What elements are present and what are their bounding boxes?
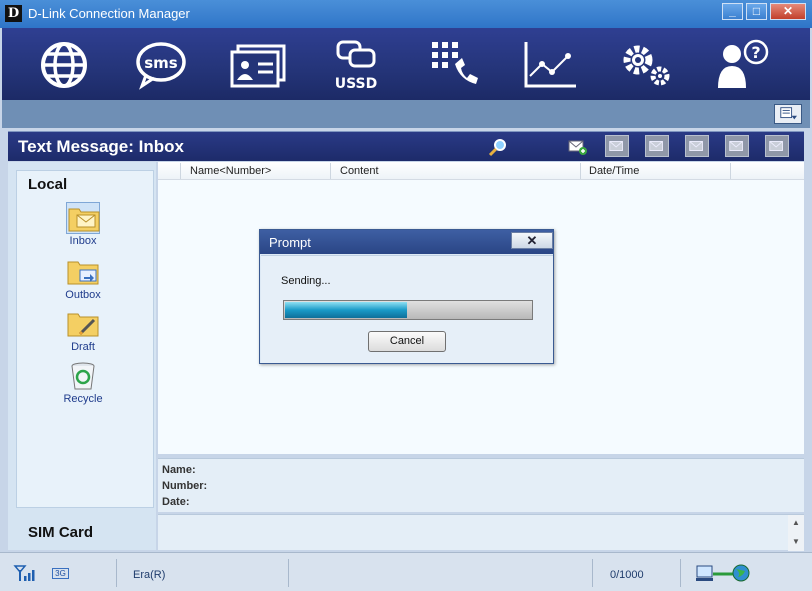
cancel-button[interactable]: Cancel	[368, 331, 446, 352]
main-toolbar: sms USSD ?	[2, 28, 810, 100]
status-bar: 3G Era(R) 0/1000	[0, 552, 812, 591]
connection-status-icon	[696, 563, 752, 586]
status-separator	[592, 559, 593, 587]
folder-draft-label: Draft	[71, 341, 95, 353]
folder-outbox-label: Outbox	[65, 289, 101, 301]
recycle-icon	[66, 360, 100, 392]
folder-recycle[interactable]: Recycle	[52, 360, 114, 405]
minimize-button[interactable]: _	[722, 3, 743, 20]
draft-folder-icon	[66, 308, 100, 340]
column-separator	[580, 163, 581, 179]
delete-message-icon[interactable]	[645, 135, 669, 157]
messages-header: Text Message: Inbox	[8, 131, 804, 161]
mark-read-icon[interactable]	[725, 135, 749, 157]
sms-icon-label: sms	[144, 54, 178, 72]
message-body[interactable]: ▲ ▼	[158, 514, 804, 551]
contacts-icon[interactable]	[228, 38, 288, 92]
network-type-badge: 3G	[52, 568, 69, 579]
status-separator	[680, 559, 681, 587]
globe-icon[interactable]	[34, 38, 94, 92]
column-name-number[interactable]: Name<Number>	[190, 165, 271, 177]
settings-icon[interactable]	[616, 38, 676, 92]
app-title: D-Link Connection Manager	[28, 6, 190, 21]
sms-count: 0/1000	[610, 569, 644, 581]
new-message-icon[interactable]	[568, 138, 588, 156]
dialog-close-button[interactable]: ✕	[511, 232, 553, 249]
statistics-icon[interactable]	[520, 38, 580, 92]
sim-card-label[interactable]: SIM Card	[28, 524, 93, 541]
scroll-up-icon[interactable]: ▲	[788, 518, 804, 527]
column-content[interactable]: Content	[340, 165, 379, 177]
local-label: Local	[28, 176, 68, 193]
detail-number-label: Number:	[162, 480, 208, 492]
folder-inbox-label: Inbox	[69, 235, 97, 247]
page-title: Text Message: Inbox	[18, 137, 184, 156]
reply-icon[interactable]	[605, 135, 629, 157]
sending-prompt-dialog: Prompt ✕ Sending... Cancel	[259, 229, 554, 364]
sms-icon[interactable]: sms	[130, 38, 190, 92]
outbox-folder-icon	[66, 256, 100, 288]
sending-progress-bar	[283, 300, 533, 320]
column-separator	[180, 163, 181, 179]
message-detail: Name: Number: Date:	[158, 458, 804, 512]
sub-toolbar	[2, 100, 810, 128]
folder-inbox[interactable]: Inbox	[52, 202, 114, 247]
operator-name: Era(R)	[133, 569, 166, 581]
view-toggle-button[interactable]	[774, 104, 802, 124]
status-separator	[288, 559, 289, 587]
close-button[interactable]: ✕	[770, 3, 806, 20]
ussd-icon[interactable]: USSD	[326, 38, 386, 92]
inbox-folder-icon	[66, 202, 100, 234]
folder-recycle-label: Recycle	[63, 393, 103, 405]
list-header: Name<Number> Content Date/Time	[158, 162, 804, 180]
detail-date-label: Date:	[162, 496, 190, 508]
title-bar: D D-Link Connection Manager _ □ ✕	[0, 0, 812, 28]
ussd-icon-label: USSD	[335, 76, 378, 92]
column-date-time[interactable]: Date/Time	[589, 165, 639, 177]
column-separator	[730, 163, 731, 179]
dialer-icon[interactable]	[422, 38, 482, 92]
folder-outbox[interactable]: Outbox	[52, 256, 114, 301]
progress-fill	[285, 302, 407, 318]
detail-name-label: Name:	[162, 464, 196, 476]
dialog-title: Prompt	[269, 235, 311, 250]
dialog-body: Sending... Cancel	[261, 255, 553, 363]
folder-pane: Local Inbox Outbox Draft Recycle SIM Car…	[8, 162, 156, 550]
search-icon[interactable]	[488, 137, 508, 157]
folder-draft[interactable]: Draft	[52, 308, 114, 353]
forward-icon[interactable]	[685, 135, 709, 157]
maximize-button[interactable]: □	[746, 3, 767, 20]
signal-strength-icon	[13, 564, 37, 585]
save-to-sim-icon[interactable]	[765, 135, 789, 157]
help-icon-label: ?	[751, 43, 760, 62]
status-separator	[116, 559, 117, 587]
body-scrollbar[interactable]: ▲ ▼	[788, 515, 804, 551]
dialog-title-bar[interactable]: Prompt ✕	[260, 230, 553, 254]
help-icon[interactable]: ?	[712, 38, 772, 92]
scroll-down-icon[interactable]: ▼	[788, 537, 804, 546]
dialog-message: Sending...	[281, 275, 331, 287]
dlink-logo: D	[5, 5, 22, 22]
column-separator	[330, 163, 331, 179]
